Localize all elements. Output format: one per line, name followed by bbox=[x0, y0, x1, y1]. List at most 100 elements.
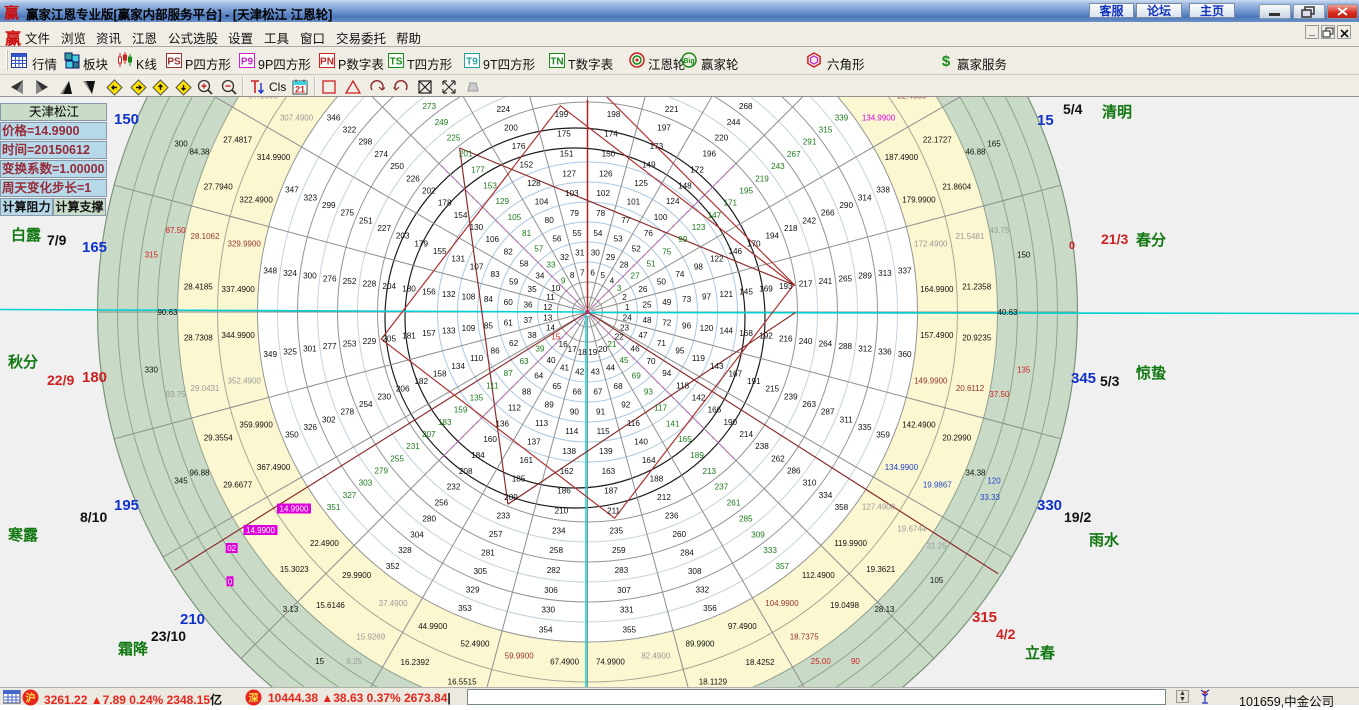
svg-text:28.7308: 28.7308 bbox=[184, 334, 213, 343]
svg-text:258: 258 bbox=[549, 546, 563, 555]
svg-text:137: 137 bbox=[527, 438, 541, 447]
svg-text:103: 103 bbox=[565, 189, 579, 198]
svg-text:367.4900: 367.4900 bbox=[257, 463, 291, 472]
svg-text:74.9900: 74.9900 bbox=[596, 657, 625, 666]
svg-text:2: 2 bbox=[622, 293, 627, 302]
svg-text:267: 267 bbox=[787, 150, 801, 159]
svg-text:22.1727: 22.1727 bbox=[923, 136, 952, 145]
svg-text:187: 187 bbox=[604, 487, 618, 496]
svg-text:355: 355 bbox=[622, 626, 636, 635]
svg-text:19/2: 19/2 bbox=[1064, 509, 1091, 525]
svg-text:280: 280 bbox=[422, 515, 436, 524]
svg-text:333: 333 bbox=[763, 546, 777, 555]
svg-text:357: 357 bbox=[775, 562, 789, 571]
svg-text:127.4900: 127.4900 bbox=[862, 502, 896, 511]
svg-text:30: 30 bbox=[591, 249, 601, 258]
svg-text:233: 233 bbox=[496, 512, 510, 521]
svg-text:55: 55 bbox=[573, 229, 583, 238]
svg-text:210: 210 bbox=[180, 611, 205, 628]
svg-text:10: 10 bbox=[551, 284, 561, 293]
svg-text:241: 241 bbox=[819, 277, 833, 286]
svg-text:62: 62 bbox=[509, 339, 519, 348]
svg-text:142.4900: 142.4900 bbox=[902, 421, 936, 430]
svg-text:138: 138 bbox=[562, 447, 576, 456]
svg-text:152: 152 bbox=[519, 160, 533, 169]
svg-text:330: 330 bbox=[541, 606, 555, 615]
svg-text:336: 336 bbox=[878, 347, 892, 356]
svg-text:338: 338 bbox=[876, 186, 890, 195]
svg-text:290: 290 bbox=[839, 201, 853, 210]
svg-text:37.4900: 37.4900 bbox=[379, 599, 408, 608]
svg-text:208: 208 bbox=[459, 467, 473, 476]
svg-text:322.4900: 322.4900 bbox=[239, 196, 273, 205]
svg-text:1: 1 bbox=[625, 303, 630, 312]
svg-text:160: 160 bbox=[483, 435, 497, 444]
svg-text:188: 188 bbox=[650, 475, 664, 484]
svg-text:230: 230 bbox=[377, 392, 391, 401]
svg-text:254: 254 bbox=[359, 400, 373, 409]
svg-text:205: 205 bbox=[382, 334, 396, 343]
svg-text:339: 339 bbox=[835, 113, 849, 122]
svg-text:94: 94 bbox=[662, 369, 672, 378]
svg-text:130: 130 bbox=[470, 223, 484, 232]
svg-text:96: 96 bbox=[682, 321, 692, 330]
svg-text:18.7375: 18.7375 bbox=[790, 632, 819, 641]
svg-text:352.4900: 352.4900 bbox=[228, 376, 262, 385]
svg-text:127: 127 bbox=[562, 169, 576, 178]
svg-text:122: 122 bbox=[710, 255, 724, 264]
svg-text:47: 47 bbox=[638, 331, 648, 340]
svg-text:15.3023: 15.3023 bbox=[280, 565, 309, 574]
svg-text:177: 177 bbox=[471, 165, 485, 174]
svg-text:5/4: 5/4 bbox=[1063, 101, 1083, 117]
svg-text:135: 135 bbox=[470, 393, 484, 402]
svg-text:112: 112 bbox=[508, 403, 521, 412]
svg-text:284: 284 bbox=[680, 548, 694, 557]
svg-text:206: 206 bbox=[396, 385, 410, 394]
svg-text:52.4900: 52.4900 bbox=[461, 639, 490, 648]
svg-text:116: 116 bbox=[627, 419, 640, 428]
svg-text:281: 281 bbox=[481, 548, 495, 557]
svg-text:259: 259 bbox=[612, 546, 626, 555]
svg-text:113: 113 bbox=[535, 419, 548, 428]
svg-text:192: 192 bbox=[759, 332, 773, 341]
svg-text:89: 89 bbox=[545, 401, 555, 410]
svg-text:307.4900: 307.4900 bbox=[280, 114, 314, 123]
svg-text:278: 278 bbox=[340, 408, 354, 417]
svg-text:22.4850: 22.4850 bbox=[897, 97, 926, 100]
svg-text:263: 263 bbox=[802, 400, 816, 409]
svg-text:99: 99 bbox=[678, 235, 688, 244]
svg-text:52: 52 bbox=[632, 245, 642, 254]
svg-text:18.1129: 18.1129 bbox=[699, 677, 728, 686]
svg-text:惊蛰: 惊蛰 bbox=[1136, 364, 1166, 382]
svg-text:238: 238 bbox=[755, 442, 769, 451]
svg-text:298: 298 bbox=[359, 138, 373, 147]
svg-text:5: 5 bbox=[601, 271, 606, 280]
svg-text:23/10: 23/10 bbox=[151, 628, 186, 644]
svg-text:95: 95 bbox=[675, 347, 685, 356]
svg-text:211: 211 bbox=[607, 507, 620, 516]
svg-text:87: 87 bbox=[504, 369, 514, 378]
svg-text:P9: P9 bbox=[241, 57, 254, 68]
svg-text:19: 19 bbox=[588, 348, 598, 357]
svg-text:20.6112: 20.6112 bbox=[956, 384, 985, 393]
svg-text:186: 186 bbox=[557, 487, 571, 496]
svg-text:337.4900: 337.4900 bbox=[222, 285, 256, 294]
svg-text:257: 257 bbox=[489, 530, 503, 539]
svg-text:68: 68 bbox=[614, 382, 624, 391]
svg-text:15: 15 bbox=[1037, 112, 1054, 129]
svg-text:182: 182 bbox=[414, 377, 428, 386]
svg-text:356: 356 bbox=[703, 604, 717, 613]
svg-text:141: 141 bbox=[666, 419, 680, 428]
svg-text:29.0431: 29.0431 bbox=[191, 384, 220, 393]
svg-text:329.9900: 329.9900 bbox=[228, 240, 262, 249]
svg-text:174: 174 bbox=[604, 130, 618, 139]
svg-text:84: 84 bbox=[484, 295, 494, 304]
svg-text:63: 63 bbox=[519, 357, 529, 366]
svg-text:169: 169 bbox=[759, 285, 773, 294]
svg-text:14.9900: 14.9900 bbox=[246, 526, 275, 535]
svg-text:104: 104 bbox=[535, 197, 549, 206]
svg-text:21: 21 bbox=[295, 85, 305, 95]
svg-text:268: 268 bbox=[739, 102, 753, 111]
svg-text:252: 252 bbox=[343, 277, 357, 286]
svg-text:162: 162 bbox=[560, 467, 574, 476]
